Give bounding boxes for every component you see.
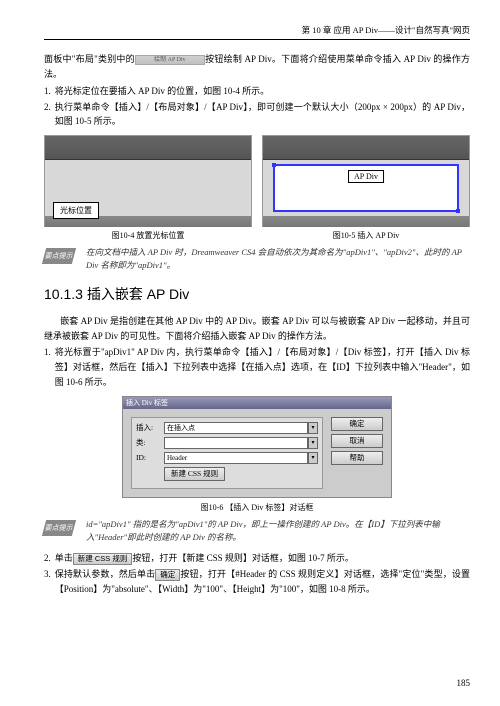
dropdown-icon[interactable]: ▾ — [308, 437, 318, 449]
fig-caption-1: 图10-4 放置光标位置 — [44, 230, 252, 241]
dropdown-icon[interactable]: ▾ — [308, 422, 318, 434]
list3-item2: 单击新建 CSS 规则按钮，打开【新建 CSS 规则】对话框，如图 10-7 所… — [55, 551, 470, 566]
intro-para: 面板中"布局"类别中的绘制 AP Div按钮绘制 AP Div。下面将介绍使用菜… — [44, 52, 470, 82]
tip-2: 要点提示 id="apDiv1" 指的是名为"apDiv1"的 AP Div，即… — [44, 518, 470, 544]
list1-item2: 执行菜单命令【插入】/【布局对象】/【AP Div】，即可创建一个默认大小（20… — [55, 100, 470, 130]
list3-item3: 保持默认参数，然后单击确定按钮，打开【#Header 的 CSS 规则定义】对话… — [55, 567, 470, 597]
tip-icon: 要点提示 — [44, 518, 82, 540]
ok-button[interactable]: 确定 — [331, 417, 383, 431]
dropdown-icon[interactable]: ▾ — [308, 452, 318, 464]
id-field[interactable]: Header — [164, 452, 308, 464]
list1-item1: 将光标定位在要插入 AP Div 的位置，如图 10-4 所示。 — [55, 84, 470, 99]
section-heading: 10.1.3 插入嵌套 AP Div — [44, 284, 470, 304]
new-css-button[interactable]: 新建 CSS 规则 — [164, 467, 225, 481]
tip-icon: 要点提示 — [44, 246, 82, 268]
tip-1-text: 在向文档中插入 AP Div 时，Dreamweaver CS4 会自动依次为其… — [86, 246, 470, 272]
insert-div-dialog: 插入 Div 标签 插入:在插入点▾ 类:▾ ID:Header▾ 新建 CSS… — [122, 396, 392, 498]
fig-caption-3: 图10-6 【插入 Div 标签】对话框 — [44, 502, 470, 513]
class-field[interactable] — [164, 437, 308, 449]
apdiv-label: AP Div — [348, 170, 384, 183]
page-header: 第 10 章 应用 AP Div——设计"自然写真"网页 — [44, 24, 470, 36]
figures-row-1: 光标位置 图10-4 放置光标位置 AP Div 图10-5 插入 AP Div — [44, 135, 470, 241]
tip-1: 要点提示 在向文档中插入 AP Div 时，Dreamweaver CS4 会自… — [44, 246, 470, 272]
list-3: 2.单击新建 CSS 规则按钮，打开【新建 CSS 规则】对话框，如图 10-7… — [44, 551, 470, 597]
fig-caption-2: 图10-5 插入 AP Div — [262, 230, 470, 241]
para-2: 嵌套 AP Div 是指创建在其他 AP Div 中的 AP Div。嵌套 AP… — [44, 314, 470, 344]
figure-10-4: 光标位置 — [44, 135, 252, 227]
tip-2-text: id="apDiv1" 指的是名为"apDiv1"的 AP Div，即上一操作创… — [86, 518, 470, 544]
page-number: 185 — [457, 678, 471, 688]
list-1: 1.将光标定位在要插入 AP Div 的位置，如图 10-4 所示。 2.执行菜… — [44, 84, 470, 130]
dialog-title: 插入 Div 标签 — [123, 397, 391, 409]
new-css-inline-btn: 新建 CSS 规则 — [73, 553, 133, 565]
list2-item1: 将光标置于"apDiv1" AP Div 内，执行菜单命令【插入】/【布局对象】… — [55, 345, 470, 390]
header-rule — [44, 39, 470, 40]
ok-inline-btn: 确定 — [155, 569, 180, 581]
draw-apdiv-btn-img: 绘制 AP Div — [135, 55, 205, 65]
insert-field[interactable]: 在插入点 — [164, 422, 308, 434]
cursor-label: 光标位置 — [53, 202, 99, 219]
help-button[interactable]: 帮助 — [331, 451, 383, 465]
figure-10-5: AP Div — [262, 135, 470, 227]
cancel-button[interactable]: 取消 — [331, 434, 383, 448]
list-2: 1.将光标置于"apDiv1" AP Div 内，执行菜单命令【插入】/【布局对… — [44, 345, 470, 390]
